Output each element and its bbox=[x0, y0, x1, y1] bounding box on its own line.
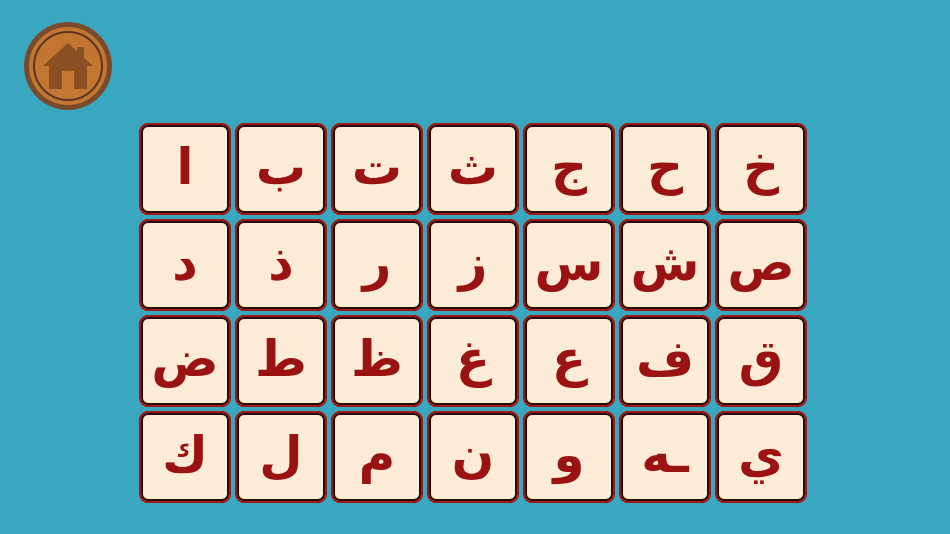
letter-tile[interactable]: م bbox=[331, 411, 423, 503]
tile-letter: ش bbox=[630, 234, 700, 292]
tile-letter: ي bbox=[738, 426, 784, 484]
letter-tile[interactable]: غ bbox=[427, 315, 519, 407]
letter-tile[interactable]: ـه bbox=[619, 411, 711, 503]
letter-tile[interactable]: د bbox=[139, 219, 231, 311]
tile-letter: س bbox=[534, 234, 604, 292]
letter-tile[interactable]: ن bbox=[427, 411, 519, 503]
letter-tile[interactable]: ا bbox=[139, 123, 231, 215]
tile-letter: ك bbox=[162, 426, 208, 484]
letter-tile[interactable]: ط bbox=[235, 315, 327, 407]
letter-tile[interactable]: ظ bbox=[331, 315, 423, 407]
tile-letter: ز bbox=[458, 234, 488, 292]
letter-tile[interactable]: ل bbox=[235, 411, 327, 503]
letter-tile[interactable]: ذ bbox=[235, 219, 327, 311]
tile-letter: ح bbox=[646, 138, 684, 196]
letter-tile[interactable]: ث bbox=[427, 123, 519, 215]
tile-letter: ف bbox=[635, 330, 695, 388]
letter-tile[interactable]: خ bbox=[715, 123, 807, 215]
letter-tile[interactable]: ب bbox=[235, 123, 327, 215]
tile-letter: ط bbox=[255, 330, 307, 388]
tile-letter: غ bbox=[455, 330, 491, 388]
letter-tile[interactable]: ر bbox=[331, 219, 423, 311]
tile-letter: خ bbox=[742, 138, 780, 196]
home-button[interactable] bbox=[24, 22, 112, 110]
letter-tile[interactable]: ف bbox=[619, 315, 711, 407]
game-screen: ا ب ت ث ج ح خ د ذ ر ز س ش ص ض ط ظ غ ع ف ق ك ل م ن و ـه ي bbox=[0, 0, 950, 534]
tile-letter: ب bbox=[255, 138, 307, 196]
tile-letter: ض bbox=[151, 330, 219, 388]
letter-tile[interactable]: ص bbox=[715, 219, 807, 311]
tile-letter: ا bbox=[176, 138, 194, 196]
tile-letter: ت bbox=[351, 138, 403, 196]
letter-tile[interactable]: ش bbox=[619, 219, 711, 311]
letter-tile[interactable]: ض bbox=[139, 315, 231, 407]
tile-letter: ق bbox=[738, 330, 784, 388]
tile-letter: ظ bbox=[351, 330, 403, 388]
letter-tile[interactable]: ي bbox=[715, 411, 807, 503]
house-door bbox=[62, 71, 74, 89]
tile-letter: ج bbox=[550, 138, 588, 196]
tile-letter: ع bbox=[551, 330, 587, 388]
tile-letter: و bbox=[553, 426, 585, 484]
tile-letter: ذ bbox=[268, 234, 294, 292]
tile-letter: ص bbox=[727, 234, 795, 292]
letter-tile[interactable]: ز bbox=[427, 219, 519, 311]
letter-tile[interactable]: ت bbox=[331, 123, 423, 215]
tile-letter: ـه bbox=[641, 426, 689, 484]
letter-tile[interactable]: س bbox=[523, 219, 615, 311]
letter-tile[interactable]: ق bbox=[715, 315, 807, 407]
letter-tile[interactable]: ع bbox=[523, 315, 615, 407]
letter-tile[interactable]: ك bbox=[139, 411, 231, 503]
tile-letter: د bbox=[172, 234, 198, 292]
tile-letter: ن bbox=[451, 426, 495, 484]
letter-tile[interactable]: ج bbox=[523, 123, 615, 215]
tile-letter: ل bbox=[259, 426, 303, 484]
house-icon bbox=[43, 43, 93, 89]
tile-letter: ر bbox=[362, 234, 392, 292]
letter-tile[interactable]: ح bbox=[619, 123, 711, 215]
letter-grid: ا ب ت ث ج ح خ د ذ ر ز س ش ص ض ط ظ غ ع ف ق ك ل م ن و ـه ي bbox=[139, 123, 811, 506]
tile-letter: ث bbox=[447, 138, 499, 196]
tile-letter: م bbox=[358, 426, 396, 484]
letter-tile[interactable]: و bbox=[523, 411, 615, 503]
